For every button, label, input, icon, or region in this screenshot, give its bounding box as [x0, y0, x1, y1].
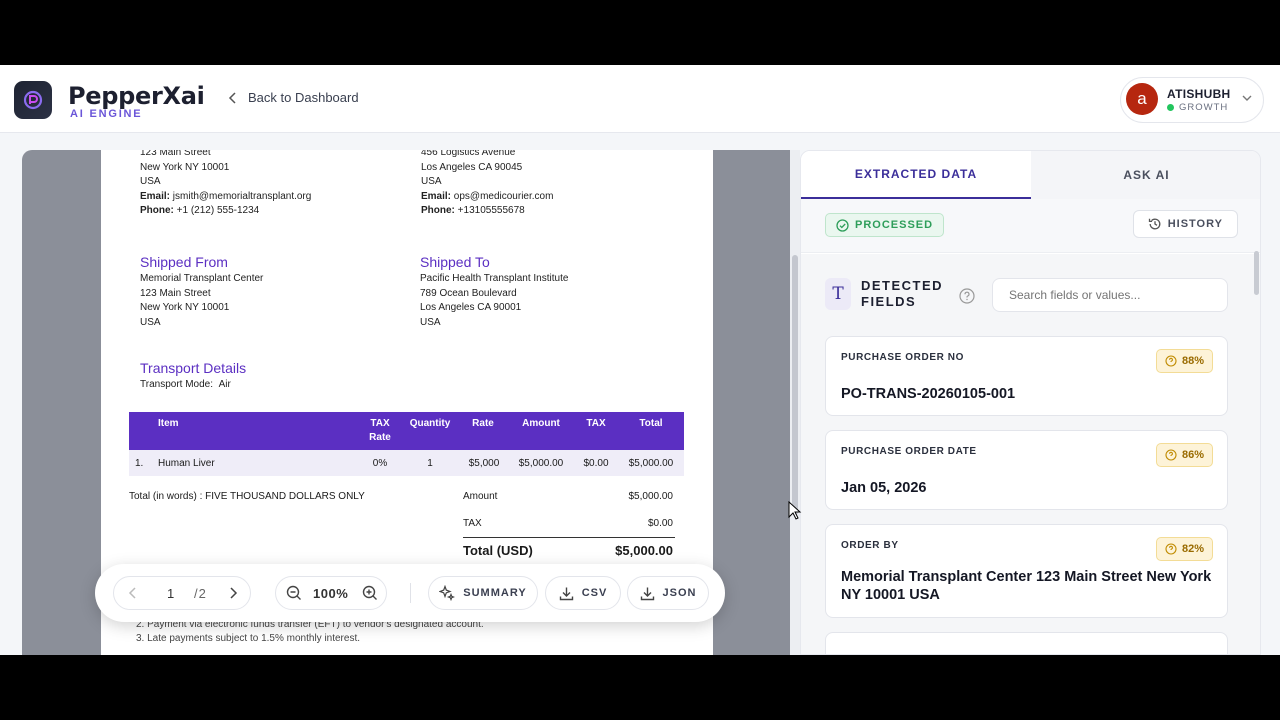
field-card-purchase-order-no[interactable]: PURCHASE ORDER NO 88% PO-TRANS-20260105-…	[825, 336, 1228, 416]
summary-button[interactable]: SUMMARY	[428, 576, 538, 610]
field-value: PO-TRANS-20260105-001	[841, 386, 1016, 402]
help-circle-icon	[1165, 449, 1177, 461]
bill-from-phone: +1 (212) 555-1234	[176, 205, 260, 216]
bill-to-phone: +13105555678	[457, 205, 525, 216]
help-icon[interactable]	[959, 288, 975, 304]
bill-to-address: 456 Logistics Avenue Los Angeles CA 9004…	[421, 150, 554, 216]
field-value: Memorial Transplant Center 123 Main Stre…	[841, 569, 1212, 603]
bill-from-email: jsmith@memorialtransplant.org	[172, 190, 312, 202]
transport-mode: Transport Mode: Air	[140, 379, 231, 390]
shipped-from-address: Memorial Transplant Center 123 Main Stre…	[140, 273, 264, 328]
help-circle-icon	[1165, 355, 1177, 367]
toolbar-divider	[410, 583, 411, 603]
panel-tabs: EXTRACTED DATA ASK AI	[801, 151, 1260, 199]
tax-label: TAX	[463, 518, 482, 529]
shipped-from-title: Shipped From	[140, 254, 228, 270]
table-header: Item TAX Rate Quantity Rate Amount TAX T…	[129, 412, 684, 450]
avatar: a	[1126, 83, 1158, 115]
extraction-panel: EXTRACTED DATA ASK AI PROCESSED HISTORY …	[800, 150, 1261, 655]
download-json-button[interactable]: JSON	[627, 576, 709, 610]
online-status-dot	[1167, 104, 1174, 111]
confidence-badge: 86%	[1155, 443, 1213, 467]
total-label: Total (USD)	[463, 543, 533, 558]
amount-label: Amount	[463, 491, 498, 502]
field-value: Jan 05, 2026	[841, 480, 927, 496]
confidence-badge: 82%	[1155, 537, 1213, 561]
confidence-badge: 88%	[1155, 349, 1213, 373]
top-header: PepperXai AI ENGINE Back to Dashboard a …	[0, 65, 1280, 133]
plan-label: GROWTH	[1179, 102, 1229, 113]
transport-details-title: Transport Details	[140, 360, 247, 376]
back-label: Back to Dashboard	[248, 90, 359, 105]
tab-extracted-data[interactable]: EXTRACTED DATA	[801, 151, 1031, 199]
tab-ask-ai[interactable]: ASK AI	[1031, 151, 1260, 199]
page-number-input[interactable]: 1	[167, 586, 175, 601]
page-total: /2	[194, 585, 207, 601]
table-row: 1. Human Liver 0% 1 $5,000 $5,000.00 $0.…	[129, 450, 684, 476]
zoom-in-icon[interactable]	[362, 585, 378, 601]
prev-page-icon[interactable]	[128, 587, 138, 599]
download-icon	[559, 587, 573, 600]
app-window: PepperXai AI ENGINE Back to Dashboard a …	[0, 65, 1280, 655]
total-value: $5,000.00	[615, 543, 673, 558]
text-field-icon: T	[825, 278, 851, 310]
total-in-words: Total (in words) : FIVE THOUSAND DOLLARS…	[129, 491, 365, 502]
shipped-to-address: Pacific Health Transplant Institute 789 …	[420, 273, 569, 328]
user-menu[interactable]: a ATISHUBH GROWTH	[1120, 77, 1264, 123]
mouse-cursor-icon	[788, 501, 802, 520]
items-table: Item TAX Rate Quantity Rate Amount TAX T…	[129, 412, 684, 476]
user-name: ATISHUBH	[1167, 87, 1231, 101]
next-page-icon[interactable]	[228, 587, 238, 599]
pagination-control: 1 /2	[113, 576, 251, 610]
download-csv-button[interactable]: CSV	[545, 576, 621, 610]
history-icon	[1148, 218, 1161, 230]
tax-value: $0.00	[647, 518, 673, 529]
back-to-dashboard-link[interactable]: Back to Dashboard	[228, 90, 359, 105]
note-3: 3. Late payments subject to 1.5% monthly…	[136, 633, 361, 644]
panel-scrollbar-thumb[interactable]	[1254, 251, 1259, 295]
field-card-next[interactable]	[825, 632, 1228, 654]
help-circle-icon	[1165, 543, 1177, 555]
chevron-left-icon	[228, 91, 236, 104]
shipped-to-title: Shipped To	[420, 254, 490, 270]
field-card-order-by[interactable]: ORDER BY 82% Memorial Transplant Center …	[825, 524, 1228, 618]
amount-value: $5,000.00	[628, 491, 674, 502]
zoom-level: 100%	[313, 585, 349, 601]
download-icon	[640, 587, 654, 600]
total-divider	[463, 537, 675, 538]
bill-from-address: 123 Main Street New York NY 10001 USA Em…	[140, 150, 312, 216]
zoom-out-icon[interactable]	[286, 585, 302, 601]
status-row: PROCESSED HISTORY	[801, 199, 1260, 253]
viewer-scrollbar[interactable]	[790, 150, 800, 655]
check-circle-icon	[836, 218, 849, 232]
zoom-control: 100%	[275, 576, 387, 610]
history-button[interactable]: HISTORY	[1132, 210, 1238, 238]
detected-fields-title: DETECTED FIELDS	[861, 278, 944, 309]
bill-to-email: ops@medicourier.com	[453, 190, 554, 202]
search-fields-input[interactable]	[992, 278, 1228, 312]
viewer-toolbar: 1 /2 100% SUMMARY CSV JSON	[95, 564, 725, 622]
brand-name: PepperXai	[68, 82, 205, 110]
sparkle-icon	[439, 585, 456, 601]
logo-icon[interactable]	[14, 81, 52, 119]
viewer-scrollbar-thumb[interactable]	[792, 255, 798, 515]
status-badge: PROCESSED	[825, 213, 945, 237]
user-plan: GROWTH	[1167, 102, 1228, 113]
brand-subtitle: AI ENGINE	[70, 108, 143, 120]
field-card-purchase-order-date[interactable]: PURCHASE ORDER DATE 86% Jan 05, 2026	[825, 430, 1228, 510]
detected-fields-area: T DETECTEDFIELDS PURCHASE ORDER NO 88% P…	[801, 251, 1260, 654]
chevron-down-icon	[1242, 95, 1252, 101]
